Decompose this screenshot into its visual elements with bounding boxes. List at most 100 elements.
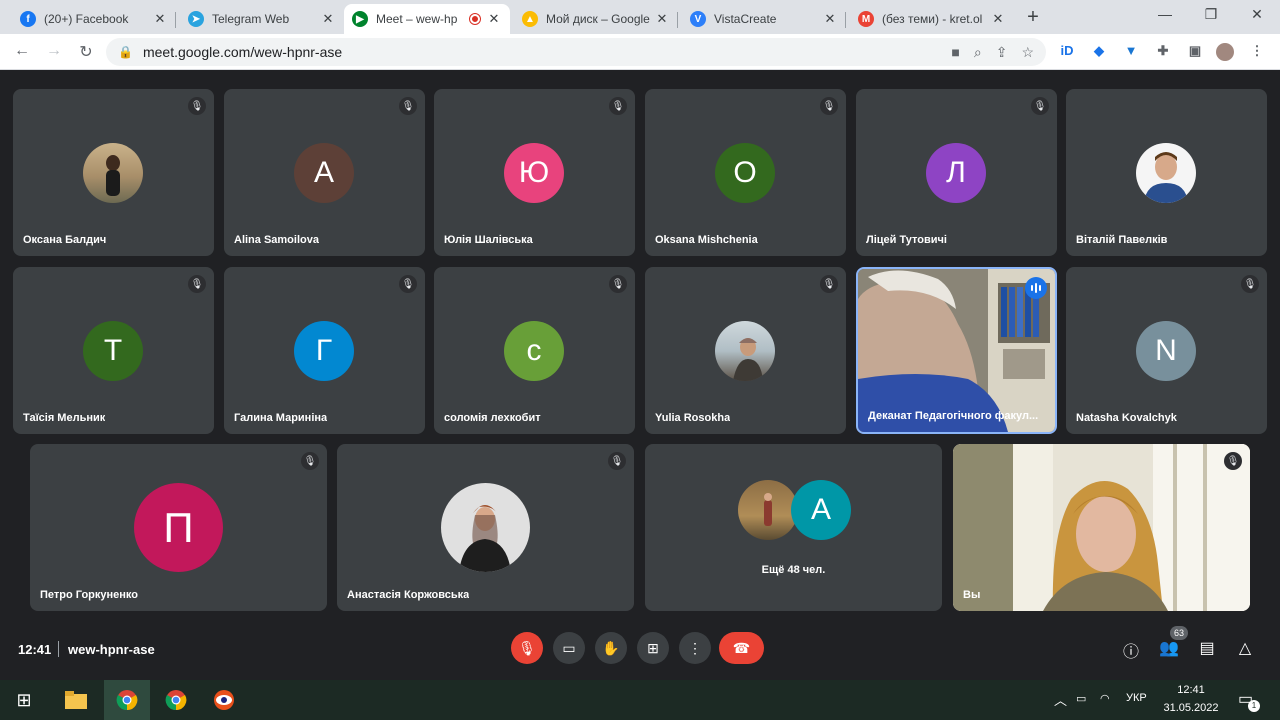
participant-tile[interactable]: T 🎙 Таїсія Мельник	[13, 267, 214, 434]
self-view-tile[interactable]: 🎙 Вы	[953, 444, 1250, 611]
meeting-info-button[interactable]: ⓘ	[1120, 638, 1142, 662]
muted-mic-icon: 🎙	[1241, 275, 1259, 293]
tray-chevron-icon[interactable]: ︿	[1054, 690, 1067, 709]
participant-name: Yulia Rosokha	[655, 412, 731, 424]
battery-icon[interactable]: ▭	[1076, 692, 1086, 705]
close-icon[interactable]: ✕	[152, 11, 168, 27]
close-icon[interactable]: ✕	[486, 11, 502, 27]
taskbar-date[interactable]: 31.05.2022	[1160, 702, 1222, 714]
tab-drive[interactable]: ▲ Мой диск – Google ✕	[514, 4, 678, 34]
extension-diamond-icon[interactable]: ◆	[1090, 43, 1108, 61]
minimize-button[interactable]: —	[1150, 6, 1180, 22]
vistacreate-icon: V	[690, 11, 706, 27]
extension-shield-icon[interactable]: ▼	[1122, 43, 1140, 61]
more-options-button[interactable]: ⋮	[679, 632, 711, 664]
raise-hand-button[interactable]: ✋	[595, 632, 627, 664]
taskbar-time[interactable]: 12:41	[1176, 684, 1206, 696]
tab-facebook[interactable]: f (20+) Facebook ✕	[12, 4, 176, 34]
participant-photo	[1136, 143, 1196, 203]
tab-title: Мой диск – Google	[546, 12, 650, 26]
meeting-code: wew-hpnr-ase	[68, 642, 155, 657]
camera-toggle-button[interactable]: ▭	[553, 632, 585, 664]
facebook-icon: f	[20, 11, 36, 27]
people-count-badge: 63	[1170, 626, 1188, 640]
close-icon[interactable]: ✕	[822, 11, 838, 27]
participant-tile[interactable]: N 🎙 Natasha Kovalchyk	[1066, 267, 1267, 434]
profile-avatar[interactable]	[1216, 43, 1234, 61]
participant-name: Юлія Шалівська	[444, 234, 533, 246]
tab-gmail[interactable]: M (без теми) - kret.ol ✕	[850, 4, 1014, 34]
tab-title: VistaCreate	[714, 12, 777, 26]
camera-icon[interactable]: ■	[951, 44, 959, 61]
keyboard-language[interactable]: УКР	[1126, 692, 1147, 704]
omnibox[interactable]: 🔒 meet.google.com/wew-hpnr-ase ■ ⌕ ⇪ ☆	[106, 38, 1046, 66]
present-screen-button[interactable]: ⊞	[637, 632, 669, 664]
activities-button[interactable]: △	[1234, 638, 1256, 658]
recording-icon	[470, 14, 480, 24]
muted-mic-icon: 🎙	[1031, 97, 1049, 115]
restore-button[interactable]: ❐	[1196, 6, 1226, 23]
chat-button[interactable]: ▤	[1196, 638, 1218, 658]
telegram-icon: ➤	[188, 11, 204, 27]
participant-name: Петро Горкуненко	[40, 589, 138, 601]
leave-call-button[interactable]: ☎	[719, 632, 764, 664]
close-icon[interactable]: ✕	[990, 11, 1006, 27]
app-eye-icon[interactable]	[210, 686, 238, 714]
muted-mic-icon: 🎙	[820, 275, 838, 293]
more-participants-tile[interactable]: A Ещё 48 чел.	[645, 444, 942, 611]
chat-icon: ▤	[1199, 640, 1215, 657]
file-explorer-icon[interactable]	[62, 686, 90, 714]
people-button[interactable]: 👥	[1158, 638, 1180, 658]
participant-avatar: Л	[926, 143, 986, 203]
bookmark-star-icon[interactable]: ☆	[1021, 44, 1034, 61]
microphone-toggle-button[interactable]: 🎙	[511, 632, 543, 664]
close-icon[interactable]: ✕	[654, 11, 670, 27]
participant-name: Галина Маринiна	[234, 412, 328, 424]
participant-tile[interactable]: Л 🎙 Ліцей Тутовичі	[856, 89, 1057, 256]
side-panel-icon[interactable]: ▣	[1186, 43, 1204, 61]
participant-name: Анастасія Коржовська	[347, 589, 470, 601]
hang-up-icon: ☎	[732, 639, 751, 656]
participant-tile[interactable]: Г 🎙 Галина Маринiна	[224, 267, 425, 434]
close-window-button[interactable]: ✕	[1242, 6, 1272, 23]
tab-title: Meet – wew-hp	[376, 12, 458, 26]
hand-icon: ✋	[602, 639, 620, 656]
muted-mic-icon: 🎙	[1224, 452, 1242, 470]
reload-button[interactable]: ↻	[76, 42, 96, 62]
meeting-controls-bar: 12:41 wew-hpnr-ase 🎙 ▭ ✋ ⊞ ⋮ ☎ ⓘ 👥 ▤ △	[0, 622, 1280, 678]
network-icon[interactable]: ◠	[1100, 692, 1110, 705]
zoom-icon[interactable]: ⌕	[974, 44, 982, 61]
back-button[interactable]: ←	[12, 42, 32, 60]
url-text[interactable]: meet.google.com/wew-hpnr-ase	[143, 44, 342, 60]
participant-tile[interactable]: 🎙 Оксана Балдич	[13, 89, 214, 256]
menu-dots-icon[interactable]: ⋮	[1248, 43, 1266, 61]
participant-tile[interactable]: A 🎙 Alina Samoilova	[224, 89, 425, 256]
participant-tile[interactable]: 🎙 Анастасія Коржовська	[337, 444, 634, 611]
chrome-icon[interactable]	[113, 686, 141, 714]
camera-icon: ▭	[562, 639, 576, 656]
participant-tile[interactable]: Ю 🎙 Юлія Шалівська	[434, 89, 635, 256]
extension-id-icon[interactable]: iD	[1058, 43, 1076, 61]
extensions-puzzle-icon[interactable]: ✚	[1154, 43, 1172, 61]
participant-name: Деканат Педагогічного факул...	[868, 410, 1039, 422]
tab-telegram[interactable]: ➤ Telegram Web ✕	[180, 4, 344, 34]
speaking-indicator-icon	[1025, 277, 1047, 299]
participant-avatar: T	[83, 321, 143, 381]
participant-tile[interactable]: Віталій Павелків	[1066, 89, 1267, 256]
info-icon: ⓘ	[1122, 644, 1139, 661]
chrome-profile-icon[interactable]	[162, 686, 190, 714]
participant-name: Ліцей Тутовичі	[866, 234, 947, 246]
windows-start-icon[interactable]: ⊞	[10, 686, 38, 714]
forward-button[interactable]: →	[44, 42, 64, 60]
meeting-clock: 12:41	[18, 642, 52, 657]
participant-tile[interactable]: O 🎙 Oksana Mishchenia	[645, 89, 846, 256]
new-tab-button[interactable]: +	[1020, 6, 1046, 29]
close-icon[interactable]: ✕	[320, 11, 336, 27]
share-icon[interactable]: ⇪	[996, 44, 1008, 61]
participant-tile[interactable]: 🎙 Yulia Rosokha	[645, 267, 846, 434]
tab-meet[interactable]: ▶ Meet – wew-hp ✕	[344, 4, 510, 34]
participant-tile[interactable]: П 🎙 Петро Горкуненко	[30, 444, 327, 611]
participant-tile[interactable]: с 🎙 соломія лехкобит	[434, 267, 635, 434]
tab-vistacreate[interactable]: V VistaCreate ✕	[682, 4, 846, 34]
active-speaker-tile[interactable]: Деканат Педагогічного факул...	[856, 267, 1057, 434]
